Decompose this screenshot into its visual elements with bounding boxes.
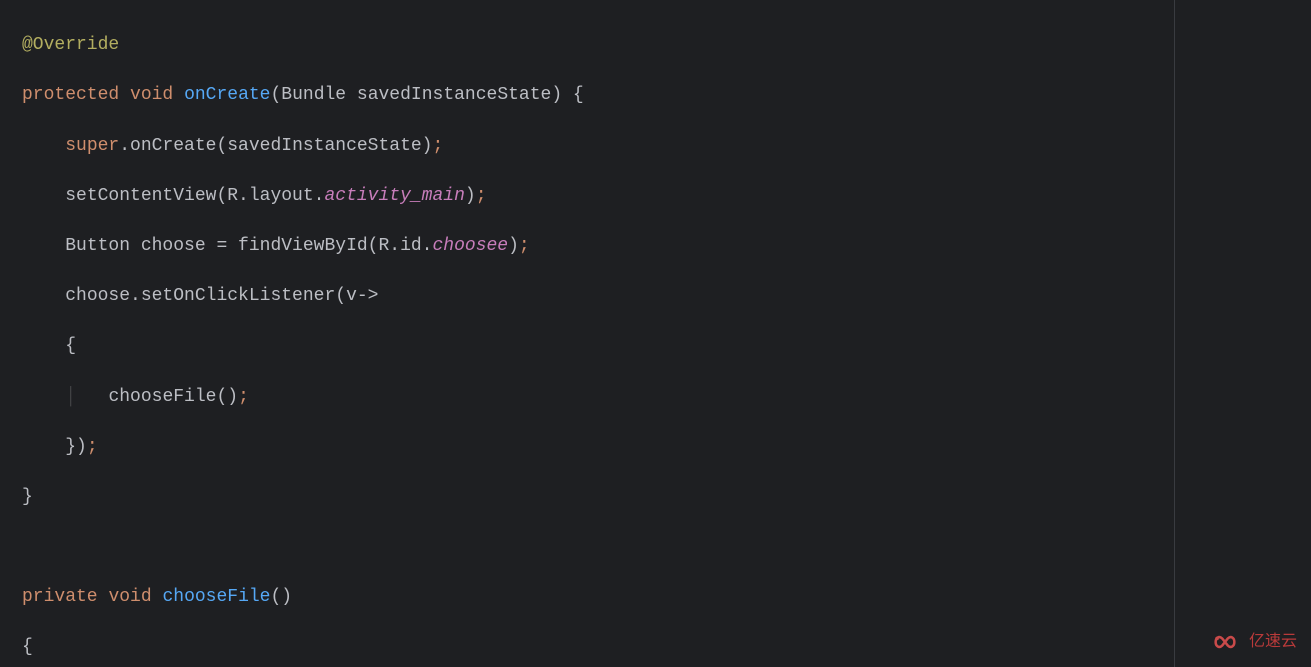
annotation: @Override xyxy=(22,35,119,55)
watermark-logo: 亿速云 xyxy=(1207,631,1297,653)
code-line[interactable]: Button choose = findViewById(R.id.choose… xyxy=(22,234,1174,259)
code-line[interactable]: choose.setOnClickListener(v-> xyxy=(22,284,1174,309)
code-line[interactable]: @Override xyxy=(22,33,1174,58)
code-line[interactable]: super.onCreate(savedInstanceState); xyxy=(22,134,1174,159)
watermark-text: 亿速云 xyxy=(1249,631,1297,653)
code-editor[interactable]: @Override protected void onCreate(Bundle… xyxy=(0,0,1175,667)
code-line[interactable]: private void chooseFile() xyxy=(22,585,1174,610)
code-line[interactable]: } xyxy=(22,485,1174,510)
code-line[interactable]: │ chooseFile(); xyxy=(22,385,1174,410)
code-line[interactable]: setContentView(R.layout.activity_main); xyxy=(22,184,1174,209)
code-line[interactable] xyxy=(22,535,1174,560)
code-line[interactable]: }); xyxy=(22,435,1174,460)
code-line[interactable]: { xyxy=(22,635,1174,660)
scrollbar-gutter[interactable] xyxy=(1176,0,1311,667)
method-choosefile: chooseFile xyxy=(162,587,270,607)
code-line[interactable]: protected void onCreate(Bundle savedInst… xyxy=(22,83,1174,108)
infinity-icon xyxy=(1207,631,1243,653)
method-oncreate: onCreate xyxy=(184,85,270,105)
code-line[interactable]: { xyxy=(22,334,1174,359)
